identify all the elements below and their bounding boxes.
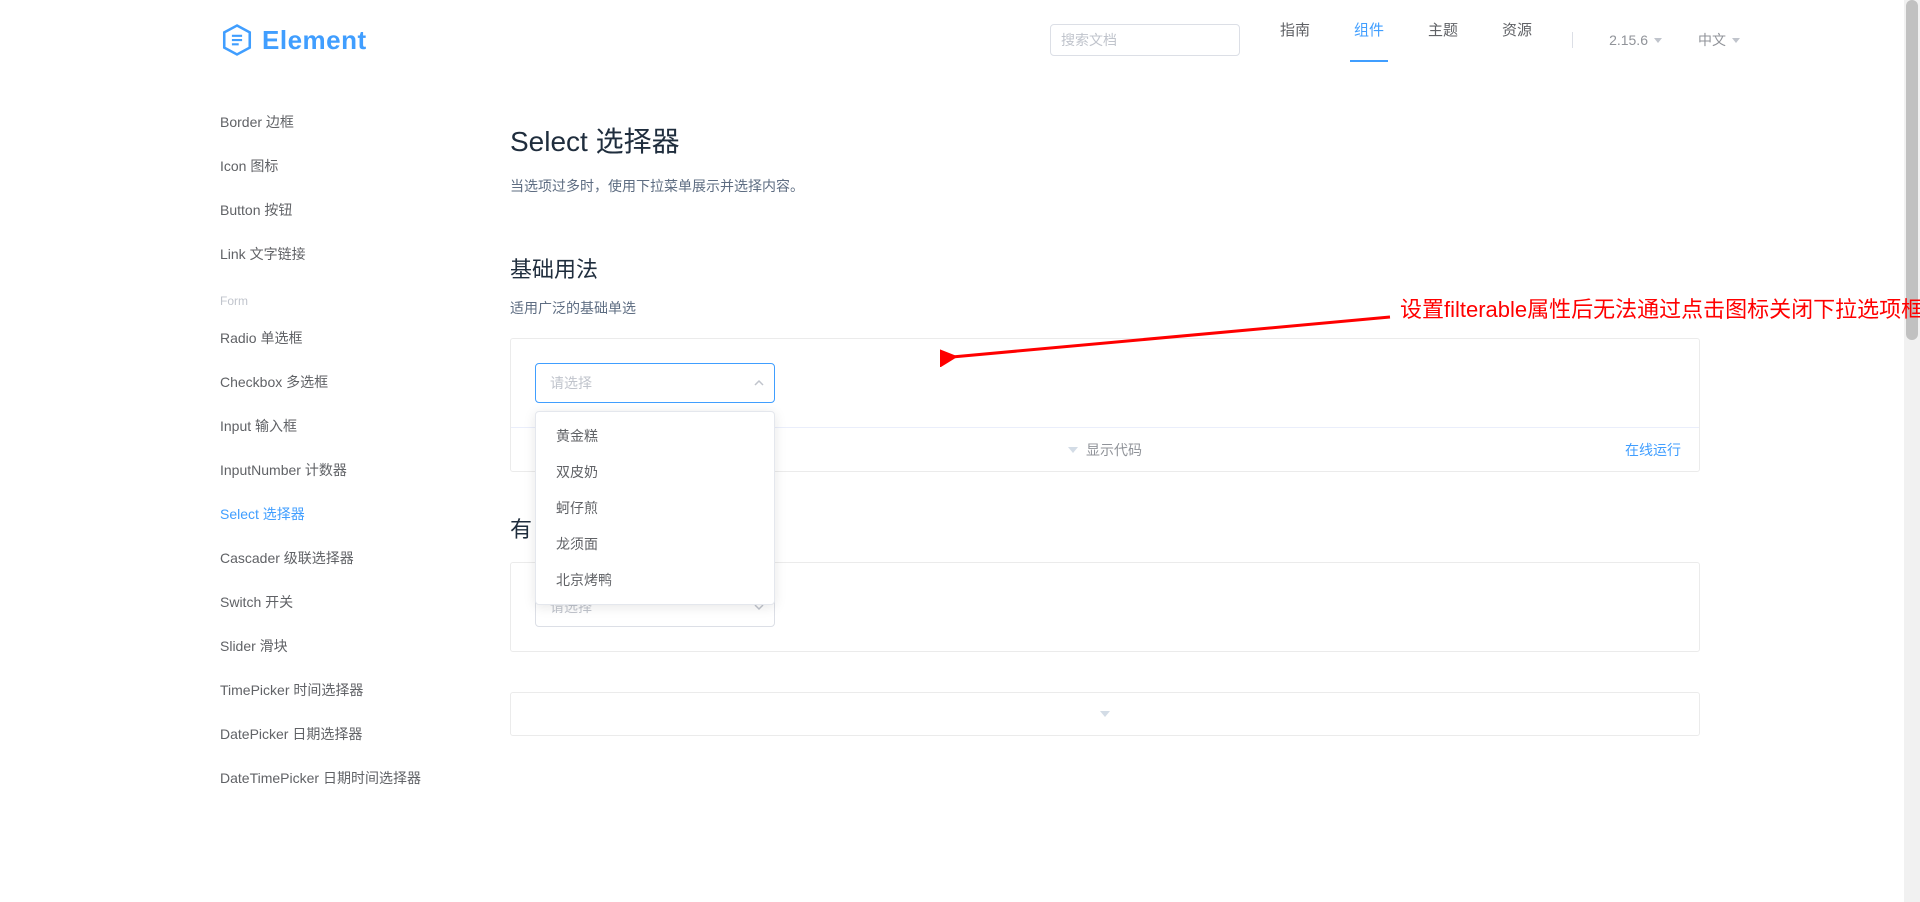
sidebar-item[interactable]: Icon 图标 — [220, 144, 500, 188]
chevron-up-icon[interactable] — [753, 377, 765, 389]
chevron-down-icon — [1732, 38, 1740, 43]
content: Select 选择器 当选项过多时，使用下拉菜单展示并选择内容。 基础用法 适用… — [500, 80, 1700, 800]
demo-footer-next — [510, 692, 1700, 736]
sidebar-item[interactable]: InputNumber 计数器 — [220, 448, 500, 492]
sidebar-item[interactable]: Border 边框 — [220, 100, 500, 144]
caret-down-icon — [1100, 711, 1110, 717]
sidebar-item[interactable]: DatePicker 日期选择器 — [220, 712, 500, 756]
brand-text: Element — [262, 25, 367, 56]
select-dropdown: 黄金糕双皮奶蚵仔煎龙须面北京烤鸭 — [535, 411, 775, 605]
scrollbar-thumb[interactable] — [1906, 0, 1918, 340]
select-input[interactable] — [535, 363, 775, 403]
scrollbar[interactable] — [1904, 0, 1920, 902]
select-basic[interactable]: 黄金糕双皮奶蚵仔煎龙须面北京烤鸭 — [535, 363, 775, 403]
chevron-down-icon — [1654, 38, 1662, 43]
page-desc: 当选项过多时，使用下拉菜单展示并选择内容。 — [510, 176, 1700, 196]
demo-box-basic: 黄金糕双皮奶蚵仔煎龙须面北京烤鸭 显示代码 在线运行 — [510, 338, 1700, 472]
nav-components[interactable]: 组件 — [1350, 19, 1388, 62]
sidebar-item[interactable]: Button 按钮 — [220, 188, 500, 232]
dropdown-item[interactable]: 北京烤鸭 — [536, 562, 774, 598]
language-select[interactable]: 中文 — [1698, 30, 1740, 50]
version-text: 2.15.6 — [1609, 32, 1648, 48]
nav: 指南 组件 主题 资源 — [1276, 19, 1536, 62]
sidebar-item[interactable]: TimePicker 时间选择器 — [220, 668, 500, 712]
language-text: 中文 — [1698, 30, 1726, 50]
dropdown-item[interactable]: 蚵仔煎 — [536, 490, 774, 526]
version-select[interactable]: 2.15.6 — [1609, 32, 1662, 48]
dropdown-item[interactable]: 双皮奶 — [536, 454, 774, 490]
section-title-basic: 基础用法 — [510, 252, 1700, 284]
sidebar-item[interactable]: Switch 开关 — [220, 580, 500, 624]
nav-theme[interactable]: 主题 — [1424, 19, 1462, 62]
header: Element 指南 组件 主题 资源 2.15.6 中文 — [180, 0, 1740, 80]
sidebar-item[interactable]: Checkbox 多选框 — [220, 360, 500, 404]
sidebar-item[interactable]: DateTimePicker 日期时间选择器 — [220, 756, 500, 800]
sidebar-item[interactable]: Cascader 级联选择器 — [220, 536, 500, 580]
caret-down-icon — [1068, 447, 1078, 453]
logo-icon — [220, 23, 254, 57]
section-desc-basic: 适用广泛的基础单选 — [510, 298, 1700, 318]
nav-resources[interactable]: 资源 — [1498, 19, 1536, 62]
sidebar-group-form: Form — [220, 276, 500, 316]
sidebar-item[interactable]: Radio 单选框 — [220, 316, 500, 360]
dropdown-item[interactable]: 龙须面 — [536, 526, 774, 562]
sidebar-item[interactable]: Slider 滑块 — [220, 624, 500, 668]
nav-divider — [1572, 32, 1573, 48]
sidebar-item[interactable]: Link 文字链接 — [220, 232, 500, 276]
sidebar-item[interactable]: Select 选择器 — [220, 492, 500, 536]
search-input[interactable] — [1050, 24, 1240, 56]
sidebar: Border 边框Icon 图标Button 按钮Link 文字链接 Form … — [220, 80, 500, 800]
dropdown-item[interactable]: 黄金糕 — [536, 418, 774, 454]
show-code-label: 显示代码 — [1086, 440, 1142, 460]
sidebar-item[interactable]: Input 输入框 — [220, 404, 500, 448]
logo[interactable]: Element — [180, 23, 367, 57]
run-online-link[interactable]: 在线运行 — [1625, 440, 1681, 460]
nav-guide[interactable]: 指南 — [1276, 19, 1314, 62]
page-title: Select 选择器 — [510, 120, 1700, 160]
